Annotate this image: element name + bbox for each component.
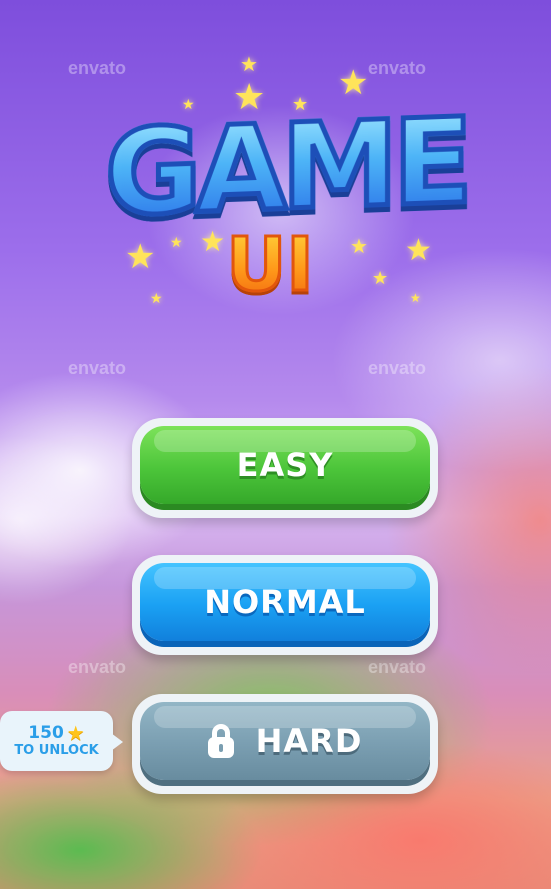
hard-button-frame: HARD [132,694,438,794]
hard-button-label: HARD [255,722,363,760]
unlock-cost-badge: 150 ★ TO UNLOCK [0,711,123,771]
watermark: envato [368,657,427,677]
star-icon: ★ [410,291,421,305]
unlock-label: TO UNLOCK [14,743,99,758]
watermark: envato [68,657,127,677]
star-icon: ★ [66,721,85,745]
easy-button-label: EASY [236,446,334,484]
logo-title: GAME [96,89,476,245]
star-icon: ★ [372,268,389,289]
star-icon: ★ [240,52,258,76]
unlock-cost: 150 [28,723,64,743]
normal-button-label: NORMAL [204,583,366,621]
star-icon: ★ [405,233,432,268]
star-icon: ★ [125,237,156,277]
logo-subtitle: UI [180,227,360,304]
watermark: envato [368,58,427,78]
easy-button-frame: EASY [132,418,438,518]
normal-button[interactable]: NORMAL [140,563,430,641]
watermark: envato [368,358,427,378]
easy-button[interactable]: EASY [140,426,430,504]
hard-button[interactable]: HARD [140,702,430,780]
watermark: envato [68,358,127,378]
watermark: envato [68,58,127,78]
star-icon: ★ [150,291,163,307]
normal-button-frame: NORMAL [132,555,438,655]
lock-icon [207,724,234,758]
